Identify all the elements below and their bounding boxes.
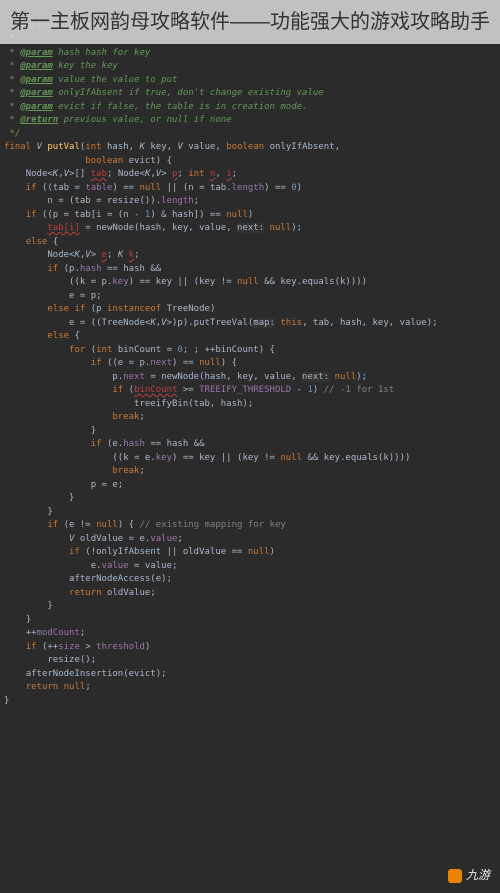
page-title: 第一主板网韵母攻略软件——功能强大的游戏攻略助手 bbox=[0, 0, 500, 44]
code-block: * Implements Map.put and related methods… bbox=[0, 0, 500, 714]
watermark-logo: 九游 bbox=[448, 866, 490, 883]
